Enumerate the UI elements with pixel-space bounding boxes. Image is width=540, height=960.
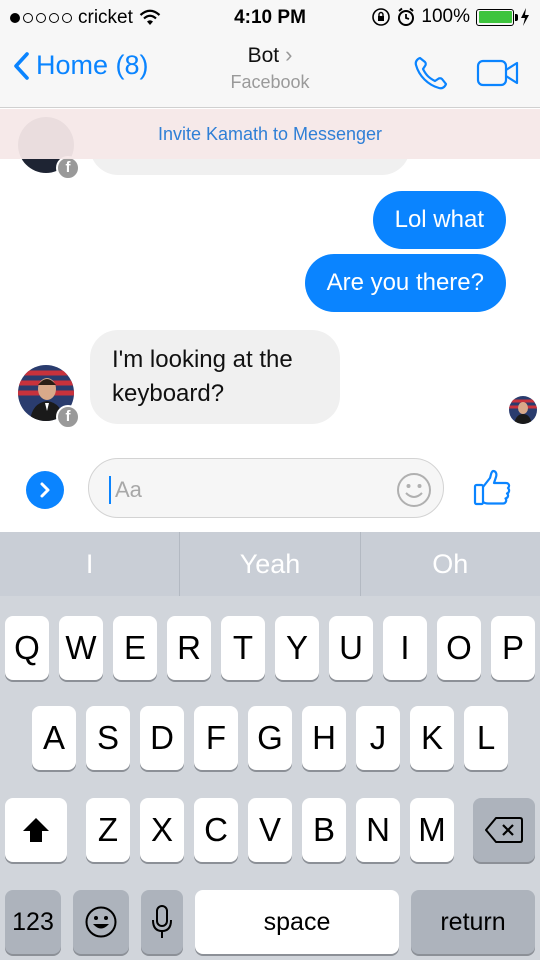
key-r[interactable]: R — [167, 616, 211, 680]
phone-icon[interactable] — [412, 54, 450, 92]
status-right: 100% — [371, 6, 530, 28]
seen-receipt-avatar — [509, 396, 537, 424]
battery-percent: 100% — [421, 6, 470, 27]
key-h[interactable]: H — [302, 706, 346, 770]
key-p[interactable]: P — [491, 616, 535, 680]
key-e[interactable]: E — [113, 616, 157, 680]
smiley-icon[interactable] — [395, 471, 433, 509]
message-input-placeholder: Aa — [115, 477, 142, 502]
key-j[interactable]: J — [356, 706, 400, 770]
key-f[interactable]: F — [194, 706, 238, 770]
key-n[interactable]: N — [356, 798, 400, 862]
key-s[interactable]: S — [86, 706, 130, 770]
video-camera-icon[interactable] — [476, 58, 520, 88]
thumbs-up-icon[interactable] — [472, 468, 512, 508]
expand-actions-button[interactable] — [26, 471, 64, 509]
battery-icon — [476, 8, 518, 26]
emoji-key[interactable] — [73, 890, 129, 954]
prediction-suggestion[interactable]: I — [0, 532, 181, 596]
key-v[interactable]: V — [248, 798, 292, 862]
key-b[interactable]: B — [302, 798, 346, 862]
text-caret — [109, 476, 111, 504]
status-bar: cricket 4:10 PM 100% — [0, 0, 540, 36]
message-input[interactable]: Aa — [88, 458, 444, 518]
key-u[interactable]: U — [329, 616, 373, 680]
prediction-suggestion[interactable]: Oh — [361, 532, 540, 596]
facebook-badge-icon: f — [56, 156, 80, 180]
key-o[interactable]: O — [437, 616, 481, 680]
key-l[interactable]: L — [464, 706, 508, 770]
numbers-key[interactable]: 123 — [5, 890, 61, 954]
key-g[interactable]: G — [248, 706, 292, 770]
prediction-suggestion[interactable]: Yeah — [180, 532, 361, 596]
chevron-right-icon: › — [285, 42, 293, 67]
outgoing-message[interactable]: Lol what — [372, 191, 506, 249]
message-composer: Aa — [0, 450, 540, 532]
key-x[interactable]: X — [140, 798, 184, 862]
contact-name: Bot — [247, 44, 280, 67]
predictive-bar: I Yeah Oh — [0, 532, 540, 596]
key-d[interactable]: D — [140, 706, 184, 770]
key-t[interactable]: T — [221, 616, 265, 680]
shift-icon — [23, 818, 49, 842]
key-a[interactable]: A — [32, 706, 76, 770]
key-m[interactable]: M — [410, 798, 454, 862]
return-key[interactable]: return — [411, 890, 535, 954]
emoji-icon — [85, 906, 117, 938]
key-c[interactable]: C — [194, 798, 238, 862]
facebook-badge-icon: f — [56, 405, 80, 429]
backspace-icon — [485, 817, 523, 843]
key-y[interactable]: Y — [275, 616, 319, 680]
alarm-icon — [398, 7, 415, 26]
keyboard: I Yeah Oh Q W E R T Y U I O P A S D F G … — [0, 532, 540, 960]
key-w[interactable]: W — [59, 616, 103, 680]
space-key[interactable]: space — [195, 890, 399, 954]
backspace-key[interactable] — [473, 798, 535, 862]
key-z[interactable]: Z — [86, 798, 130, 862]
chevron-right-icon — [40, 482, 50, 498]
charging-bolt-icon — [521, 8, 529, 26]
key-i[interactable]: I — [383, 616, 427, 680]
rotation-lock-icon — [372, 8, 391, 26]
outgoing-message[interactable]: Are you there? — [304, 254, 506, 312]
invite-banner[interactable]: Invite Kamath to Messenger — [0, 109, 540, 159]
dictation-key[interactable] — [141, 890, 183, 954]
incoming-message[interactable]: I'm looking at the keyboard? — [90, 330, 340, 424]
key-q[interactable]: Q — [5, 616, 49, 680]
conversation-header: Home (8) Bot › Facebook — [0, 36, 540, 108]
key-k[interactable]: K — [410, 706, 454, 770]
shift-key[interactable] — [5, 798, 67, 862]
microphone-icon — [152, 905, 172, 938]
